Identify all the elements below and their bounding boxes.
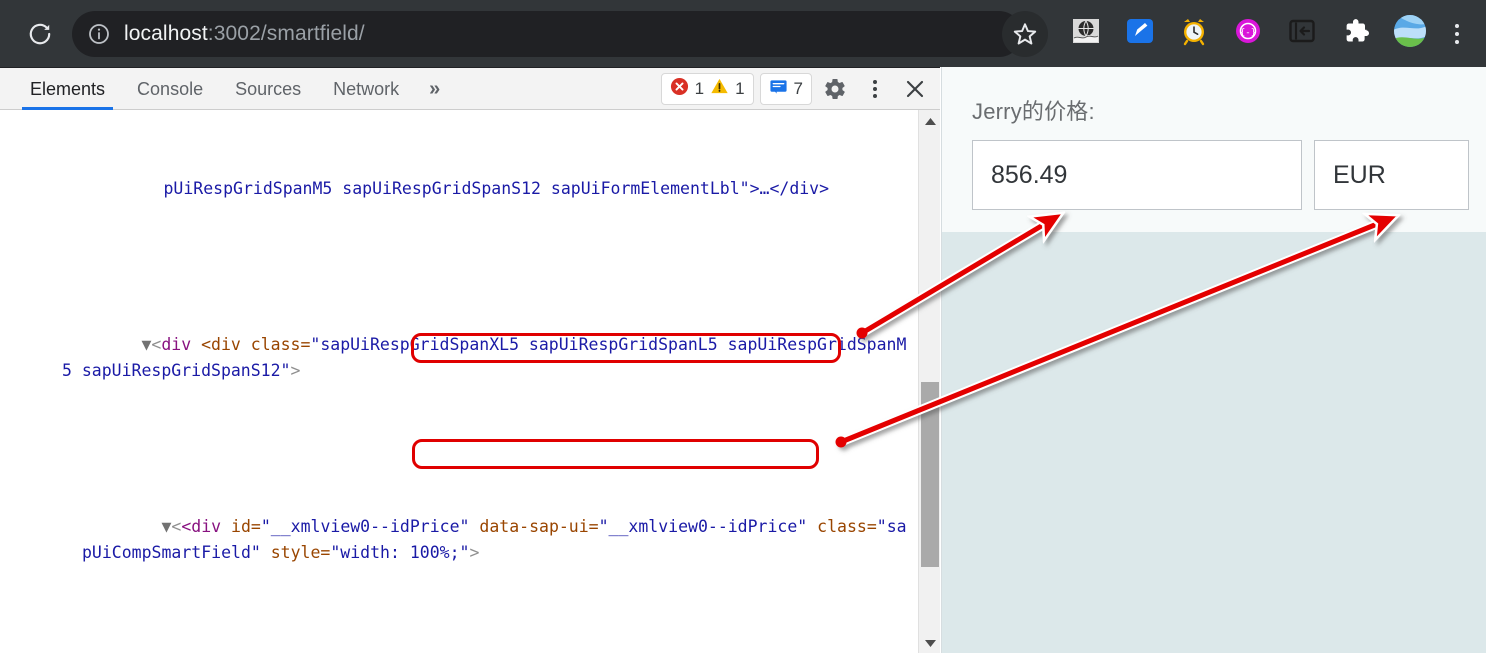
blue-pen-icon[interactable]	[1122, 13, 1158, 49]
issues-counter-group[interactable]: 1 1	[660, 73, 754, 105]
scroll-down-arrow[interactable]	[919, 632, 940, 653]
price-currency-value: EUR	[1333, 160, 1386, 189]
price-form: Jerry的价格: 856.49 EUR	[942, 67, 1486, 232]
attr-data-sap-ui: data-sap-ui=	[469, 517, 599, 536]
attr-class: class=	[807, 517, 877, 536]
browser-three-dot-menu-icon[interactable]	[1442, 16, 1472, 52]
price-field-row: 856.49 EUR	[972, 140, 1469, 210]
warning-count: 1	[735, 79, 745, 98]
expand-triangle-icon[interactable]: ▼	[161, 517, 171, 536]
price-currency-input[interactable]: EUR	[1314, 140, 1469, 210]
price-label: Jerry的价格:	[972, 99, 1095, 124]
devtools-toolbar: Elements Console Sources Network » 1 1 7	[0, 68, 940, 110]
message-bubble-icon	[769, 77, 788, 101]
info-circle-icon[interactable]	[86, 21, 112, 47]
expand-triangle-icon[interactable]: ▼	[141, 335, 151, 354]
val-data-sap-ui: "__xmlview0--idPrice"	[598, 517, 808, 536]
close-x-icon[interactable]	[898, 72, 932, 106]
tab-network[interactable]: Network	[317, 68, 415, 110]
address-bar[interactable]: localhost:3002/smartfield/	[72, 10, 1022, 57]
message-count: 7	[793, 79, 803, 98]
bookmark-star-icon[interactable]	[1002, 11, 1048, 57]
tag-close: >	[469, 543, 480, 562]
tab-sources[interactable]: Sources	[219, 68, 317, 110]
scrollbar-thumb[interactable]	[921, 382, 939, 567]
tag-close: >	[290, 361, 301, 380]
sidebar-toggle-icon[interactable]	[1284, 13, 1320, 49]
error-count: 1	[694, 79, 705, 98]
magenta-circle-icon[interactable]: {-}	[1230, 13, 1266, 49]
devtools-kebab-icon[interactable]	[858, 72, 892, 106]
puzzle-extensions-icon[interactable]	[1338, 13, 1374, 49]
dom-line-respgrid[interactable]: ▼<div <div class="sapUiRespGridSpanXL5 s…	[0, 306, 915, 410]
val-style: "width: 100%;"	[330, 543, 470, 562]
tag-div: <div	[181, 517, 232, 536]
scroll-up-arrow[interactable]	[919, 110, 940, 132]
reload-icon[interactable]	[18, 12, 62, 56]
dom-clipped-text: pUiRespGridSpanM5 sapUiRespGridSpanS12 s…	[163, 179, 830, 198]
dom-tree-scrollbar[interactable]	[918, 110, 940, 653]
more-tabs-icon[interactable]: »	[415, 68, 454, 110]
url-text: localhost:3002/smartfield/	[124, 22, 365, 46]
svg-text:{-}: {-}	[1240, 28, 1256, 38]
profile-avatar-icon[interactable]	[1392, 13, 1428, 49]
gear-icon[interactable]	[818, 72, 852, 106]
extension-icons: {-}	[1068, 13, 1428, 49]
devtools-toolbar-right: 1 1 7	[660, 68, 932, 110]
globe-hand-icon[interactable]	[1068, 13, 1104, 49]
dom-line-clipped[interactable]: pUiRespGridSpanM5 sapUiRespGridSpanS12 s…	[0, 150, 915, 228]
dom-line-idprice[interactable]: ▼<<div id="__xmlview0--idPrice" data-sap…	[0, 488, 915, 592]
sap-app-panel: Jerry的价格: 856.49 EUR	[941, 67, 1486, 653]
tab-console[interactable]: Console	[121, 68, 219, 110]
price-amount-value: 856.49	[991, 160, 1068, 189]
tab-elements[interactable]: Elements	[14, 68, 121, 110]
warning-triangle-icon	[710, 77, 729, 101]
messages-counter-group[interactable]: 7	[759, 73, 812, 105]
error-circle-icon	[670, 77, 689, 101]
dom-tree[interactable]: pUiRespGridSpanM5 sapUiRespGridSpanS12 s…	[0, 110, 940, 653]
devtools-panel: Elements Console Sources Network » 1 1 7…	[0, 67, 940, 653]
attr-style: style=	[260, 543, 331, 562]
url-path: :3002/smartfield/	[207, 21, 365, 45]
attr-class: <div class=	[201, 335, 311, 354]
attr-id: id=	[231, 517, 261, 536]
alarm-clock-icon[interactable]	[1176, 13, 1212, 49]
devtools-tab-list: Elements Console Sources Network »	[14, 68, 454, 110]
url-host: localhost	[124, 21, 208, 45]
val-id: "__xmlview0--idPrice"	[260, 517, 470, 536]
price-amount-input[interactable]: 856.49	[972, 140, 1302, 210]
